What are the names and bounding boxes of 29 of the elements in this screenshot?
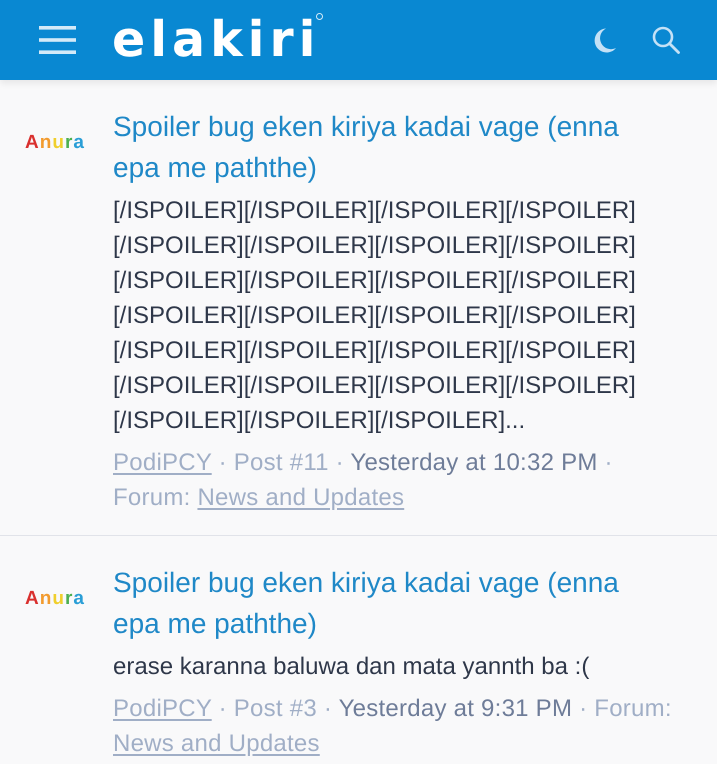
search-icon (652, 26, 680, 54)
separator-dot: · (604, 449, 613, 476)
forum-link[interactable]: News and Updates (113, 730, 320, 757)
author-link[interactable]: PodiPCY (113, 695, 212, 722)
ring-icon (316, 13, 324, 20)
post-number: Post #11 (234, 449, 329, 476)
post-date: Yesterday at 9:31 PM (338, 695, 572, 722)
avatar-text: Anura (25, 588, 85, 610)
dark-mode-button[interactable] (593, 28, 616, 52)
author-link[interactable]: PodiPCY (113, 449, 212, 476)
separator-dot: · (218, 449, 227, 476)
separator-dot: · (218, 695, 227, 722)
search-button[interactable] (652, 26, 680, 54)
post-number: Post #3 (234, 695, 317, 722)
forum-link[interactable]: News and Updates (197, 484, 404, 511)
menu-button[interactable] (39, 26, 76, 54)
post-snippet: erase karanna baluwa dan mata yannth ba :( (113, 652, 590, 682)
forum-label: Forum: (594, 695, 672, 722)
menu-icon (39, 26, 76, 54)
moon-icon (593, 28, 616, 52)
forum-label: Forum: (113, 484, 191, 511)
post-snippet: [/ISPOILER][/ISPOILER][/ISPOILER][/ISPOILER][/ISPOILER][/ISPOILER][/ISPOILER][/ISPOILER][/ISPOILER][/ISPOILER][/ISPOILER][/ISPOILER][/ISPOILER][/ISPOILER][/ISPOILER][/ISPOILER][/ISPOILER][/ISPOILER][/ISPOILER][/ISPOILER][/ISPOILER][/ISPOILER][/ISPOILER][/ISPOILER][/ISPOILER][/ISPOILER][/ISPOILER]... (113, 196, 637, 436)
avatar-text: Anura (25, 132, 85, 154)
thread-title-link[interactable]: Spoiler bug eken kiriya kadai vage (enna epa me paththe) (113, 106, 658, 188)
separator-dot: · (579, 695, 588, 722)
separator-dot: · (324, 695, 332, 722)
separator-dot: · (336, 449, 344, 476)
thread-title-link[interactable]: Spoiler bug eken kiriya kadai vage (enna epa me paththe) (113, 562, 658, 644)
post-date: Yesterday at 10:32 PM (350, 449, 598, 476)
